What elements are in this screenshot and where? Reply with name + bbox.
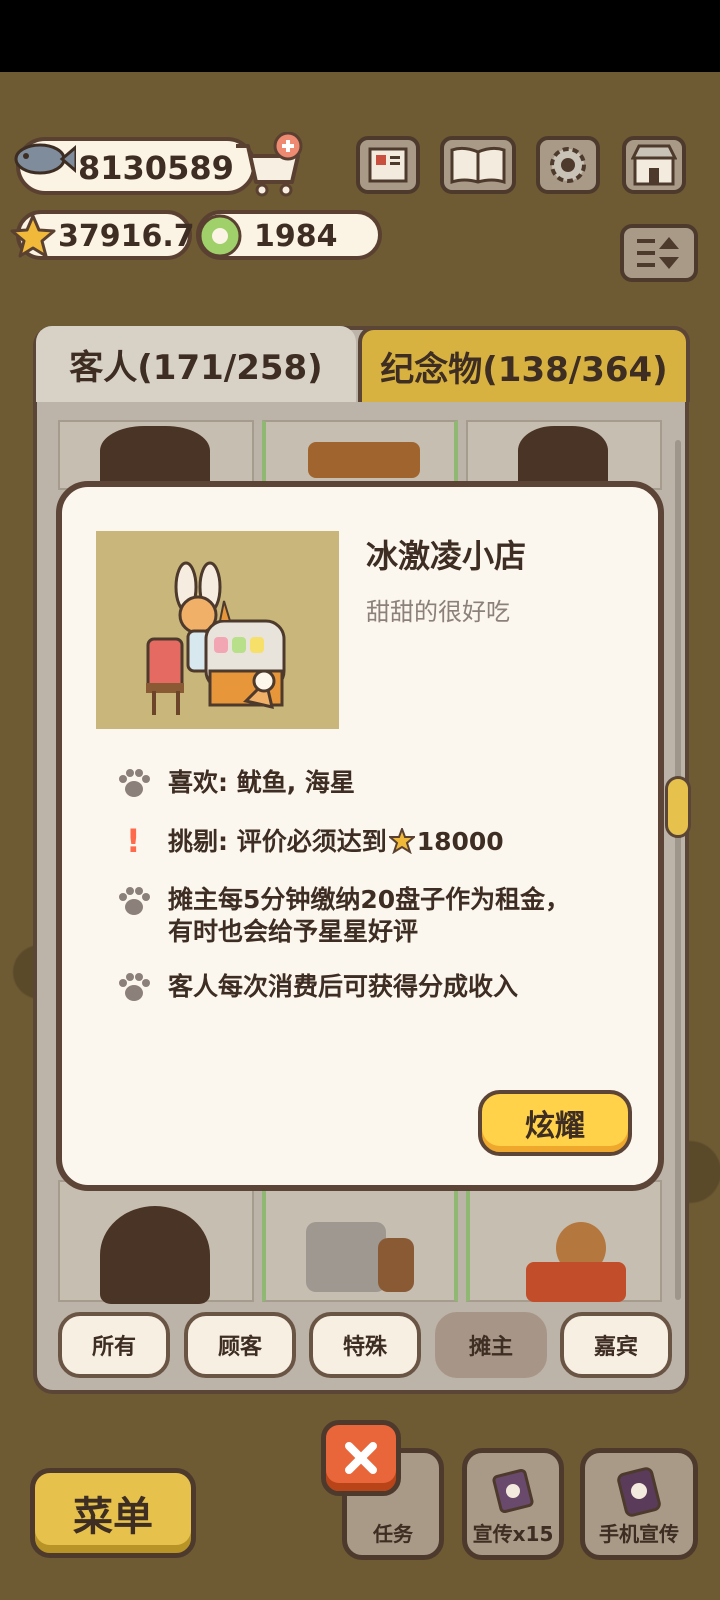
stall-thumbnail — [308, 442, 420, 478]
settings-button[interactable] — [536, 136, 600, 194]
close-button[interactable] — [321, 1420, 401, 1496]
picky-label: 挑剔: 评价必须达到 — [168, 827, 387, 856]
stall-title: 冰激凌小店 — [366, 537, 527, 575]
rent-text-line2: 有时也会给予星星好评 — [168, 917, 419, 946]
flyer-icon — [492, 1469, 534, 1513]
fish-icon — [14, 143, 76, 175]
stall-owner-thumbnail — [378, 1238, 414, 1292]
paw-icon — [119, 973, 150, 1001]
sort-icon — [637, 237, 679, 269]
ice-cream-stall-art — [146, 561, 286, 715]
guest-card[interactable] — [58, 1180, 254, 1304]
locked-silhouette — [518, 426, 608, 488]
scrollbar-track[interactable] — [675, 440, 681, 1300]
locked-silhouette — [100, 1206, 210, 1304]
close-icon — [345, 1442, 377, 1474]
gear-icon — [550, 147, 586, 183]
tasks-label: 任务 — [373, 1522, 413, 1546]
likes-text: 喜欢: 鱿鱼, 海星 — [168, 768, 355, 797]
exclamation-icon: ! — [126, 822, 141, 860]
filter-customers[interactable]: 顾客 — [184, 1312, 296, 1378]
gem-amount: 1984 — [254, 219, 338, 254]
star-icon — [388, 828, 415, 854]
paw-icon — [119, 887, 150, 915]
guest-card[interactable] — [466, 420, 662, 490]
tab-souvenirs[interactable]: 纪念物(138/364) — [358, 326, 690, 402]
guest-card[interactable] — [262, 1180, 458, 1302]
promo-button[interactable]: 宣传x15 — [462, 1448, 564, 1560]
star-amount: 37916.7 — [58, 219, 195, 254]
guest-card[interactable] — [262, 420, 458, 490]
menu-button[interactable]: 菜单 — [30, 1468, 196, 1558]
ice-cream-stall-illustration — [96, 531, 339, 729]
tab-guests[interactable]: 客人(171/258) — [36, 326, 356, 402]
phone-promo-label: 手机宣传 — [599, 1522, 679, 1546]
stall-thumbnail — [526, 1262, 626, 1302]
phone-promo-button[interactable]: 手机宣传 — [580, 1448, 698, 1560]
picky-text: 挑剔: 评价必须达到 18000 — [168, 826, 504, 858]
promo-label: 宣传x15 — [472, 1522, 554, 1546]
shop-button[interactable] — [622, 136, 686, 194]
scrollbar-thumb[interactable] — [665, 776, 691, 838]
guidebook-button[interactable] — [440, 136, 516, 194]
show-off-button[interactable]: 炫耀 — [478, 1090, 632, 1156]
newspaper-button[interactable] — [356, 136, 420, 194]
clover-coin-icon — [198, 214, 242, 258]
filter-special[interactable]: 特殊 — [309, 1312, 421, 1378]
share-text: 客人每次消费后可获得分成收入 — [168, 972, 519, 1001]
newspaper-icon — [368, 147, 408, 183]
filter-stall-owner[interactable]: 摊主 — [435, 1312, 547, 1378]
locked-silhouette — [100, 426, 210, 488]
filter-guests[interactable]: 嘉宾 — [560, 1312, 672, 1378]
stall-thumbnail — [306, 1222, 386, 1292]
fish-amount: 8130589 — [78, 149, 234, 187]
status-bar — [0, 0, 720, 72]
phone-icon — [617, 1467, 661, 1517]
filter-all[interactable]: 所有 — [58, 1312, 170, 1378]
guest-card[interactable] — [58, 420, 254, 490]
stall-subtitle: 甜甜的很好吃 — [366, 598, 510, 626]
picky-value: 18000 — [416, 827, 504, 856]
paw-icon — [119, 769, 150, 797]
sort-toggle-button[interactable] — [620, 224, 698, 282]
rent-text-line1: 摊主每5分钟缴纳20盘子作为租金， — [168, 885, 571, 914]
shop-cart-icon[interactable] — [232, 132, 306, 198]
book-icon — [450, 146, 506, 184]
guest-card[interactable] — [466, 1180, 662, 1302]
shop-icon — [631, 144, 677, 186]
star-icon — [10, 214, 56, 258]
